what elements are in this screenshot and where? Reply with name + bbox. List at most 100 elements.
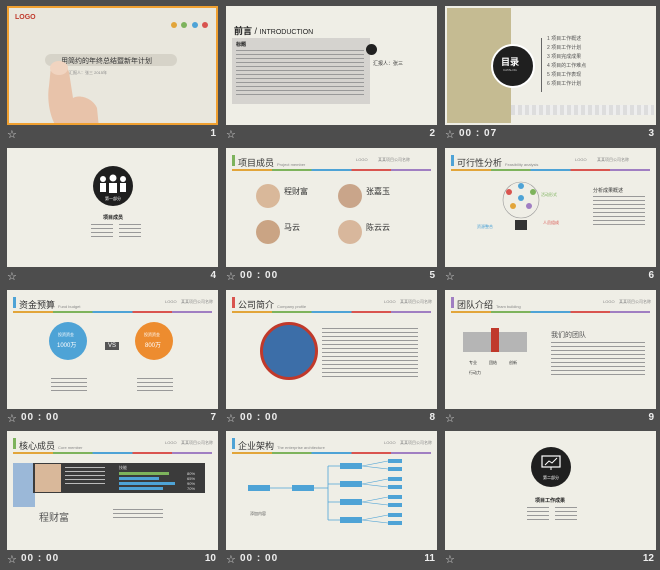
bullet: 专业 bbox=[469, 360, 477, 365]
transition-star-icon[interactable]: ☆ bbox=[445, 412, 455, 425]
slide-thumbnail-8[interactable]: 公司简介 Company profile LOGO 某某项目公司名称 ☆ 00 :… bbox=[226, 290, 437, 429]
slide-number: 7 bbox=[210, 412, 216, 423]
transition-star-icon[interactable]: ☆ bbox=[7, 270, 17, 283]
org-chart bbox=[248, 459, 402, 525]
slide-11-canvas[interactable]: 企业架构 The enterprise architecture LOGO 某某项… bbox=[226, 431, 437, 550]
slide-number: 1 bbox=[210, 128, 216, 139]
slide-meta: ☆ 00 : 00 8 bbox=[226, 411, 437, 427]
slide-title: 核心成员 Core member bbox=[19, 441, 83, 451]
slide-number: 2 bbox=[429, 128, 435, 139]
slide-title: 团队介绍 Team building bbox=[457, 300, 521, 310]
bulb-network-icon bbox=[502, 181, 540, 230]
slide-3-canvas[interactable]: 目录 CATALOG 1 项目工作概述 2 项目工作计划 3 项目完成成果 4 … bbox=[445, 6, 656, 125]
reporter: 汇报人：张三 bbox=[373, 61, 404, 67]
part-label: 第二部分 bbox=[543, 475, 559, 480]
slide-thumbnail-7[interactable]: 资金预算 Fund budget LOGO 某某项目公司名称 投资资金 1000万… bbox=[7, 290, 218, 429]
slide-thumbnail-1[interactable]: LOGO 用简约的年终总结暨新年计划 汇报人：张三 2015年 ☆ 1 bbox=[7, 6, 218, 145]
skill-bar bbox=[119, 472, 169, 475]
transition-star-icon[interactable]: ☆ bbox=[445, 270, 455, 283]
company-name: 某某项目公司名称 bbox=[181, 299, 213, 304]
title-accent bbox=[451, 297, 454, 308]
person-note bbox=[113, 509, 163, 519]
company-name: 某某项目公司名称 bbox=[181, 440, 213, 445]
transition-star-icon[interactable]: ☆ bbox=[7, 412, 17, 425]
title-accent bbox=[232, 438, 235, 449]
catalog-item: 2 项目工作计划 bbox=[547, 45, 582, 51]
header-line bbox=[13, 311, 212, 313]
skill-bar bbox=[119, 487, 163, 490]
slide-6-canvas[interactable]: 可行性分析 Feasibility analysis LOGO 某某项目公司名称 … bbox=[445, 148, 656, 267]
people-icon bbox=[100, 174, 126, 193]
body-text bbox=[236, 50, 364, 98]
user-icon bbox=[366, 44, 377, 55]
logo-text: LOGO bbox=[165, 440, 177, 445]
slide-5-canvas[interactable]: 项目成员 Project member LOGO 某某项目公司名称 程财富 张嘉玉… bbox=[226, 148, 437, 267]
transition-star-icon[interactable]: ☆ bbox=[7, 553, 17, 566]
slide-number: 3 bbox=[648, 128, 654, 139]
catalog-en: CATALOG bbox=[503, 68, 517, 72]
transition-star-icon[interactable]: ☆ bbox=[226, 412, 236, 425]
slide-number: 10 bbox=[204, 553, 216, 564]
list-left bbox=[527, 507, 549, 523]
slide-thumbnail-4[interactable]: 第一部分 项目成员 ☆ 4 bbox=[7, 148, 218, 287]
company-name: 某某项目公司名称 bbox=[619, 299, 651, 304]
slide-9-canvas[interactable]: 团队介绍 Team building LOGO 某某项目公司名称 专业 团结 创新… bbox=[445, 290, 656, 409]
transition-star-icon[interactable]: ☆ bbox=[226, 128, 236, 141]
left-note: 添加内容 bbox=[250, 511, 266, 516]
slide-thumbnail-9[interactable]: 团队介绍 Team building LOGO 某某项目公司名称 专业 团结 创新… bbox=[445, 290, 656, 429]
slide-timing: 00 : 00 bbox=[240, 553, 279, 564]
slide-4-canvas[interactable]: 第一部分 项目成员 bbox=[7, 148, 218, 267]
logo-text: LOGO bbox=[384, 440, 396, 445]
slide-thumbnail-3[interactable]: 目录 CATALOG 1 项目工作概述 2 项目工作计划 3 项目完成成果 4 … bbox=[445, 6, 656, 145]
slide-number: 9 bbox=[648, 412, 654, 423]
slide-number: 11 bbox=[424, 553, 435, 564]
slide-8-canvas[interactable]: 公司简介 Company profile LOGO 某某项目公司名称 bbox=[226, 290, 437, 409]
slide-thumbnail-11[interactable]: 企业架构 The enterprise architecture LOGO 某某项… bbox=[226, 431, 437, 570]
catalog-item: 4 项目的工作难点 bbox=[547, 63, 587, 69]
team-figures-icon bbox=[463, 328, 527, 352]
transition-star-icon[interactable]: ☆ bbox=[445, 553, 455, 566]
transition-star-icon[interactable]: ☆ bbox=[226, 270, 236, 283]
team-heading: 我们的团队 bbox=[551, 332, 586, 339]
slide-timing: 00 : 00 bbox=[21, 553, 60, 564]
list-right bbox=[555, 507, 577, 523]
slide-meta: ☆ 2 bbox=[226, 127, 437, 143]
title-accent bbox=[13, 297, 16, 308]
slide-meta: ☆ 00 : 00 10 bbox=[7, 552, 218, 568]
header-line bbox=[232, 452, 431, 454]
logo-text: LOGO bbox=[356, 157, 368, 162]
slide-thumbnail-12[interactable]: 第二部分 项目工作成果 ☆ 12 bbox=[445, 431, 656, 570]
slide-12-canvas[interactable]: 第二部分 项目工作成果 bbox=[445, 431, 656, 550]
part-title: 项目工作成果 bbox=[535, 498, 566, 504]
label: 人员组成 bbox=[543, 220, 559, 225]
slide-2-canvas[interactable]: 前言 / INTRODUCTION 标题 汇报人：张三 bbox=[226, 6, 437, 125]
profile-text bbox=[65, 467, 105, 487]
transition-star-icon[interactable]: ☆ bbox=[7, 128, 17, 141]
person-name: 程财富 bbox=[39, 513, 69, 524]
member-photo bbox=[256, 220, 280, 244]
catalog-bracket bbox=[541, 38, 542, 92]
slide-number: 8 bbox=[429, 412, 435, 423]
budget-notes-left bbox=[51, 378, 87, 394]
transition-star-icon[interactable]: ☆ bbox=[445, 128, 455, 141]
company-name: 某某项目公司名称 bbox=[597, 157, 629, 162]
member-name: 马云 bbox=[284, 223, 300, 232]
slide-number: 6 bbox=[648, 270, 654, 281]
label: 资源整合 bbox=[477, 224, 493, 229]
slide-7-canvas[interactable]: 资金预算 Fund budget LOGO 某某项目公司名称 投资资金 1000万… bbox=[7, 290, 218, 409]
slide-thumbnail-2[interactable]: 前言 / INTRODUCTION 标题 汇报人：张三 ☆ 2 bbox=[226, 6, 437, 145]
slide-thumbnail-6[interactable]: 可行性分析 Feasibility analysis LOGO 某某项目公司名称 … bbox=[445, 148, 656, 287]
presentation-icon bbox=[541, 455, 561, 470]
catalog-list: 1 项目工作概述 2 项目工作计划 3 项目完成成果 4 项目的工作难点 5 项… bbox=[547, 36, 586, 88]
slide-10-canvas[interactable]: 核心成员 Core member LOGO 某某项目公司名称 技能 80% 65%… bbox=[7, 431, 218, 550]
part-label: 第一部分 bbox=[105, 196, 121, 201]
transition-star-icon[interactable]: ☆ bbox=[226, 553, 236, 566]
slide-thumbnail-5[interactable]: 项目成员 Project member LOGO 某某项目公司名称 程财富 张嘉玉… bbox=[226, 148, 437, 287]
slide-thumbnail-10[interactable]: 核心成员 Core member LOGO 某某项目公司名称 技能 80% 65%… bbox=[7, 431, 218, 570]
list-right bbox=[119, 224, 141, 240]
member-photo bbox=[338, 184, 362, 208]
slide-timing: 00 : 00 bbox=[240, 270, 279, 281]
slide-1-canvas[interactable]: LOGO 用简约的年终总结暨新年计划 汇报人：张三 2015年 bbox=[7, 6, 218, 125]
vs-badge: VS bbox=[105, 342, 120, 350]
part-title: 项目成员 bbox=[103, 215, 124, 221]
